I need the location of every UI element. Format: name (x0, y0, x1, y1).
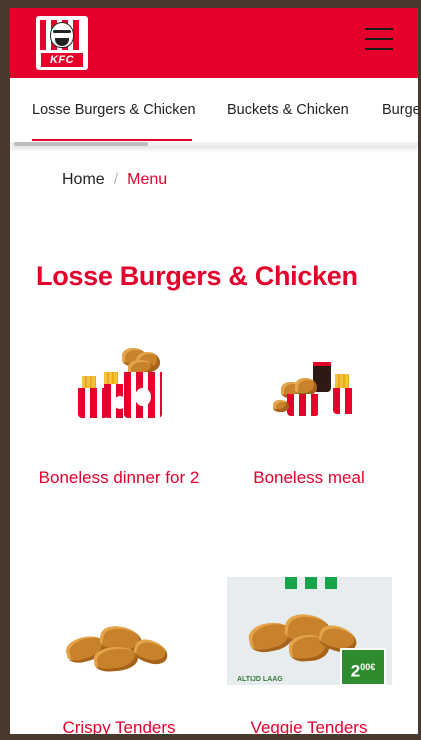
tab-burgers[interactable]: Burge (382, 78, 418, 142)
breadcrumb-separator: / (113, 171, 119, 188)
hamburger-menu-icon[interactable] (365, 26, 393, 52)
product-name[interactable]: Crispy Tenders (24, 714, 214, 734)
category-tabs: Losse Burgers & Chicken Buckets & Chicke… (10, 78, 418, 146)
product-name[interactable]: Boneless dinner for 2 (24, 464, 214, 492)
breadcrumb-current: Menu (127, 171, 168, 188)
tabs-scrollbar-thumb[interactable] (14, 142, 148, 146)
logo-wordmark: KFC (41, 53, 83, 67)
kfc-logo[interactable]: KFC (36, 16, 88, 70)
boneless-dinner-image (74, 338, 174, 423)
breadcrumb-home-link[interactable]: Home (62, 171, 105, 188)
tab-buckets-chicken[interactable]: Buckets & Chicken (227, 78, 349, 142)
active-tab-indicator (32, 139, 192, 141)
crispy-tenders-image (63, 623, 174, 678)
product-card-crispy-tenders[interactable]: Crispy Tenders (24, 568, 214, 734)
page-frame: KFC Losse Burgers & Chicken Buckets & Ch… (10, 8, 418, 734)
top-bar: KFC (10, 8, 418, 78)
page-title: Losse Burgers & Chicken (36, 261, 358, 291)
product-card-veggie-tenders[interactable]: Veggie Tenders (214, 568, 404, 734)
product-card-boneless-meal[interactable]: Boneless meal (214, 338, 404, 528)
glasses-icon (53, 30, 71, 33)
product-name[interactable]: Veggie Tenders (214, 714, 404, 734)
tab-losse-burgers-chicken[interactable]: Losse Burgers & Chicken (32, 78, 196, 142)
product-name[interactable]: Boneless meal (214, 464, 404, 492)
breadcrumb: Home / Menu (62, 170, 167, 190)
product-card-boneless-dinner[interactable]: Boneless dinner for 2 (24, 338, 214, 528)
boneless-meal-image (269, 338, 361, 423)
